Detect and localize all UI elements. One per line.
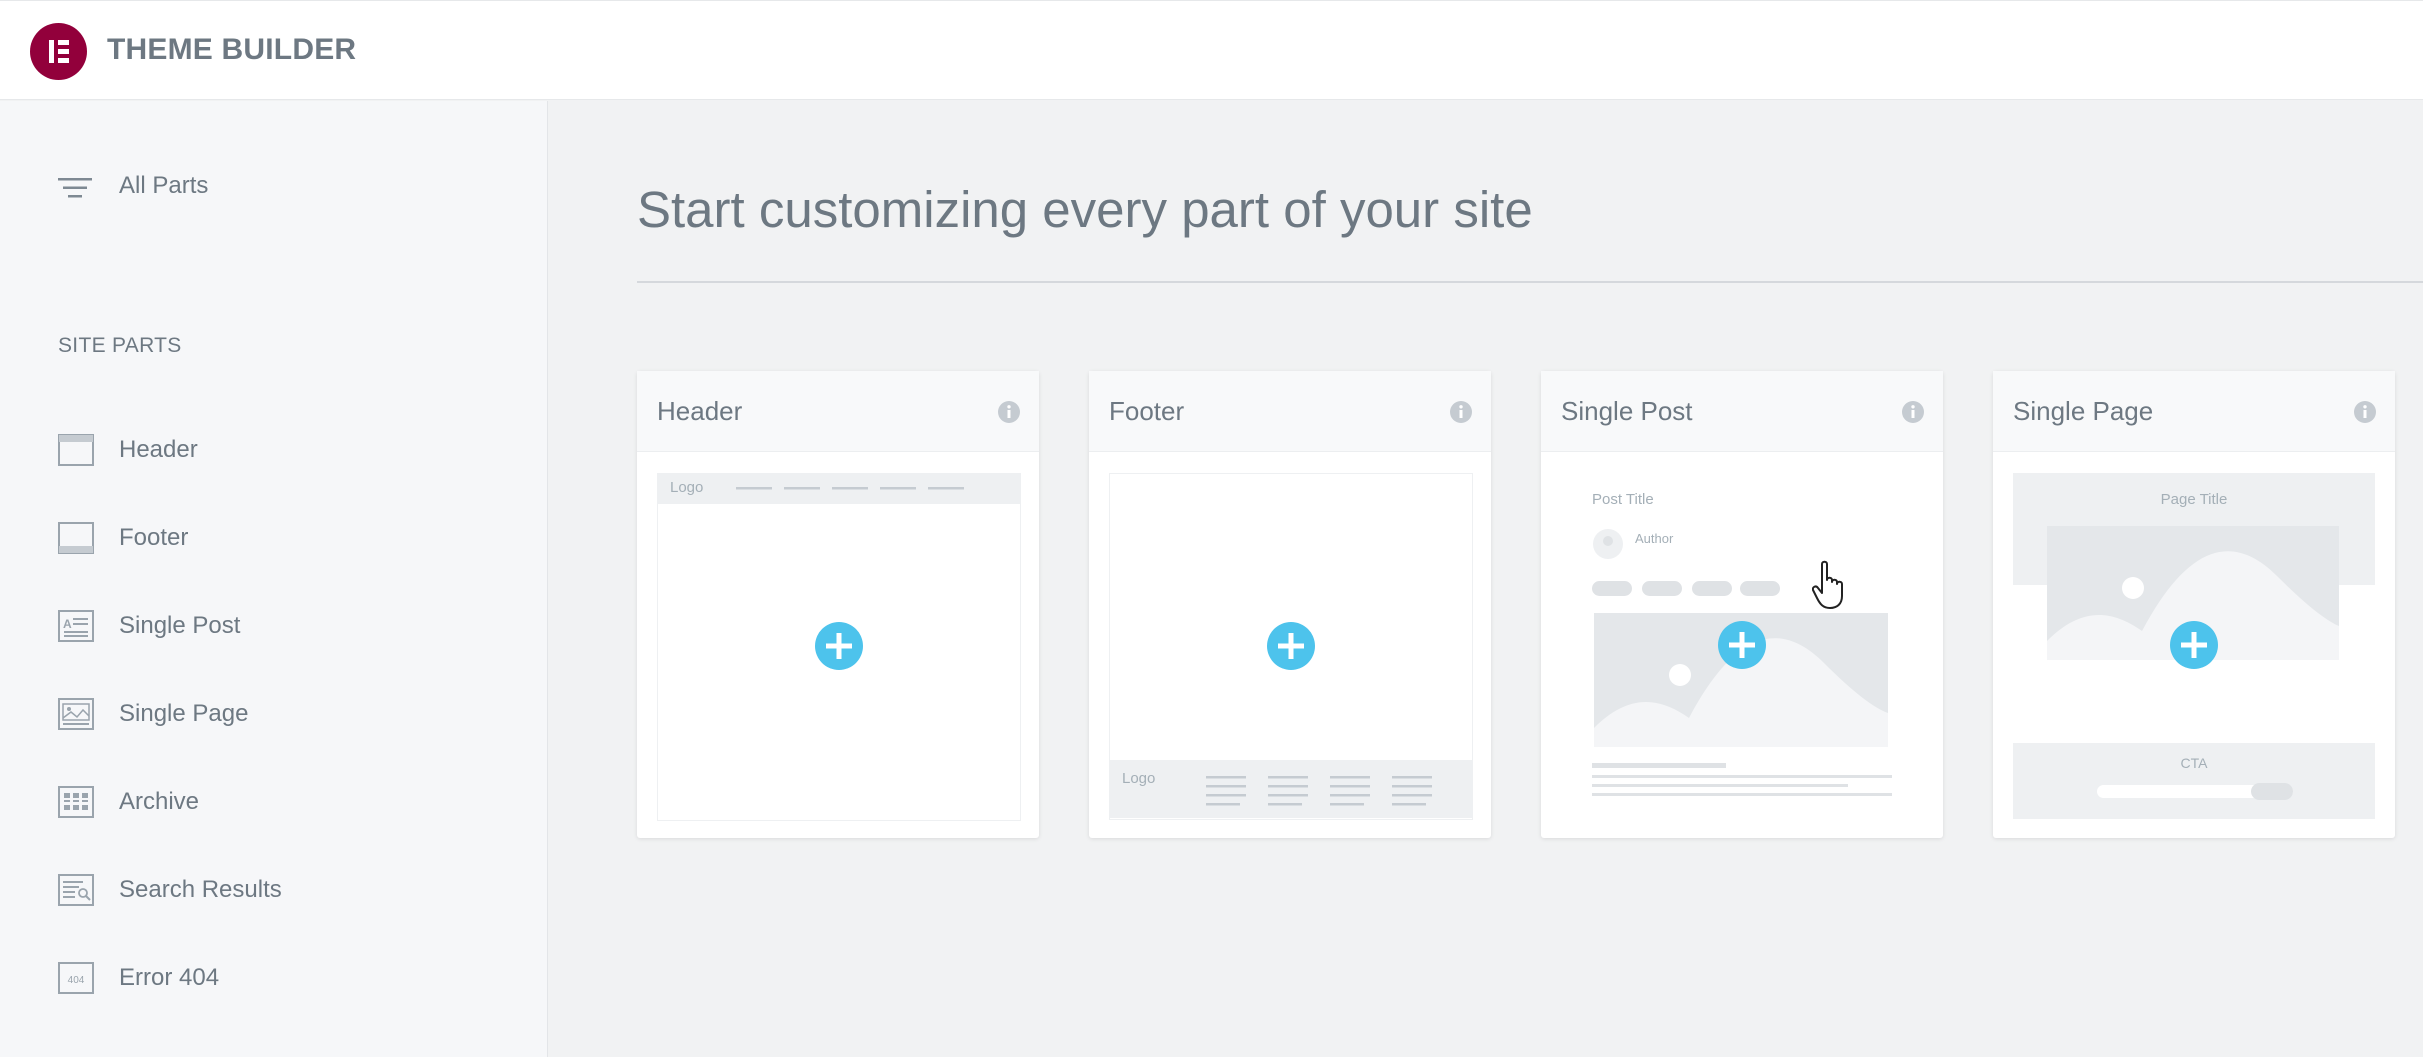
svg-text:404: 404 (68, 975, 85, 986)
sidebar-item-label: All Parts (119, 172, 209, 199)
sidebar-item-footer[interactable]: Footer (58, 516, 498, 560)
preview-tags (1592, 581, 1780, 596)
card-title: Single Post (1561, 396, 1693, 426)
info-icon[interactable] (2353, 400, 2377, 424)
info-icon[interactable] (1901, 400, 1925, 424)
sidebar-item-all-parts[interactable]: All Parts (58, 167, 478, 207)
add-button[interactable] (1266, 621, 1316, 671)
card-head: Single Post (1541, 371, 1943, 452)
sidebar-item-label: Archive (119, 788, 200, 815)
sidebar-item-label: Search Results (119, 876, 282, 903)
site-parts-heading: SITE PARTS (58, 334, 182, 357)
archive-icon (58, 786, 94, 818)
preview-nav-lines (736, 487, 964, 490)
hand-cursor-icon (1812, 560, 1843, 609)
card-title: Single Page (2013, 396, 2154, 426)
sidebar-item-header[interactable]: Header (58, 428, 498, 472)
preview-page-title: Page Title (2160, 491, 2228, 508)
preview-cta-bar (2097, 783, 2293, 800)
sidebar-item-label: Single Post (119, 612, 241, 639)
filter-icon (58, 178, 92, 198)
sidebar-item-archive[interactable]: Archive (58, 780, 498, 824)
elementor-logo-icon (30, 23, 87, 80)
sidebar-item-label: Footer (119, 524, 189, 551)
card-head: Footer (1089, 371, 1491, 452)
error-404-icon: 404 (58, 962, 94, 994)
single-post-preview: Post Title Author (1561, 473, 1923, 818)
preview-footer-lines (1206, 776, 1432, 806)
single-page-icon (58, 698, 94, 730)
sidebar-item-label: Single Page (119, 700, 249, 727)
card-head: Single Page (1993, 371, 2395, 452)
single-page-preview: Page Title CTA (2013, 473, 2375, 819)
card-footer[interactable]: Footer Logo (1089, 371, 1491, 838)
info-icon[interactable] (1449, 400, 1473, 424)
preview-cta: CTA (2180, 755, 2208, 771)
footer-preview: Logo (1109, 473, 1473, 820)
card-single-page[interactable]: Single Page Page Title CTA (1993, 371, 2395, 838)
preview-post-title: Post Title (1592, 491, 1654, 508)
svg-text:A: A (63, 617, 72, 631)
sidebar: All Parts SITE PARTS Header Footer A Sin… (0, 101, 548, 1057)
title-divider (637, 281, 2423, 283)
preview-text-lines (1592, 763, 1892, 796)
card-title: Header (657, 396, 743, 426)
sidebar-item-single-page[interactable]: Single Page (58, 692, 498, 736)
top-bar: THEME BUILDER (0, 0, 2423, 100)
sidebar-item-search-results[interactable]: Search Results (58, 868, 498, 912)
preview-logo: Logo (1122, 770, 1156, 787)
preview-logo: Logo (670, 479, 704, 496)
info-icon[interactable] (997, 400, 1021, 424)
card-header[interactable]: Header Logo (637, 371, 1039, 838)
sidebar-item-single-post[interactable]: A Single Post (58, 604, 498, 648)
card-single-post[interactable]: Single Post Post Title Author (1541, 371, 1943, 838)
sidebar-item-error-404[interactable]: 404 Error 404 (58, 956, 498, 1000)
footer-icon (58, 522, 94, 554)
card-head: Header (637, 371, 1039, 452)
add-button[interactable] (814, 621, 864, 671)
author-avatar-icon (1593, 529, 1623, 559)
preview-author: Author (1635, 531, 1674, 546)
search-results-icon (58, 874, 94, 906)
add-button[interactable] (2169, 620, 2219, 670)
sidebar-item-label: Header (119, 436, 198, 463)
header-icon (58, 434, 94, 466)
app-title: THEME BUILDER (107, 33, 357, 66)
sidebar-item-label: Error 404 (119, 964, 220, 991)
add-button[interactable] (1717, 620, 1767, 670)
header-preview: Logo (657, 473, 1021, 821)
single-post-icon: A (58, 610, 94, 642)
card-title: Footer (1109, 396, 1185, 426)
page-title: Start customizing every part of your sit… (637, 181, 1533, 238)
